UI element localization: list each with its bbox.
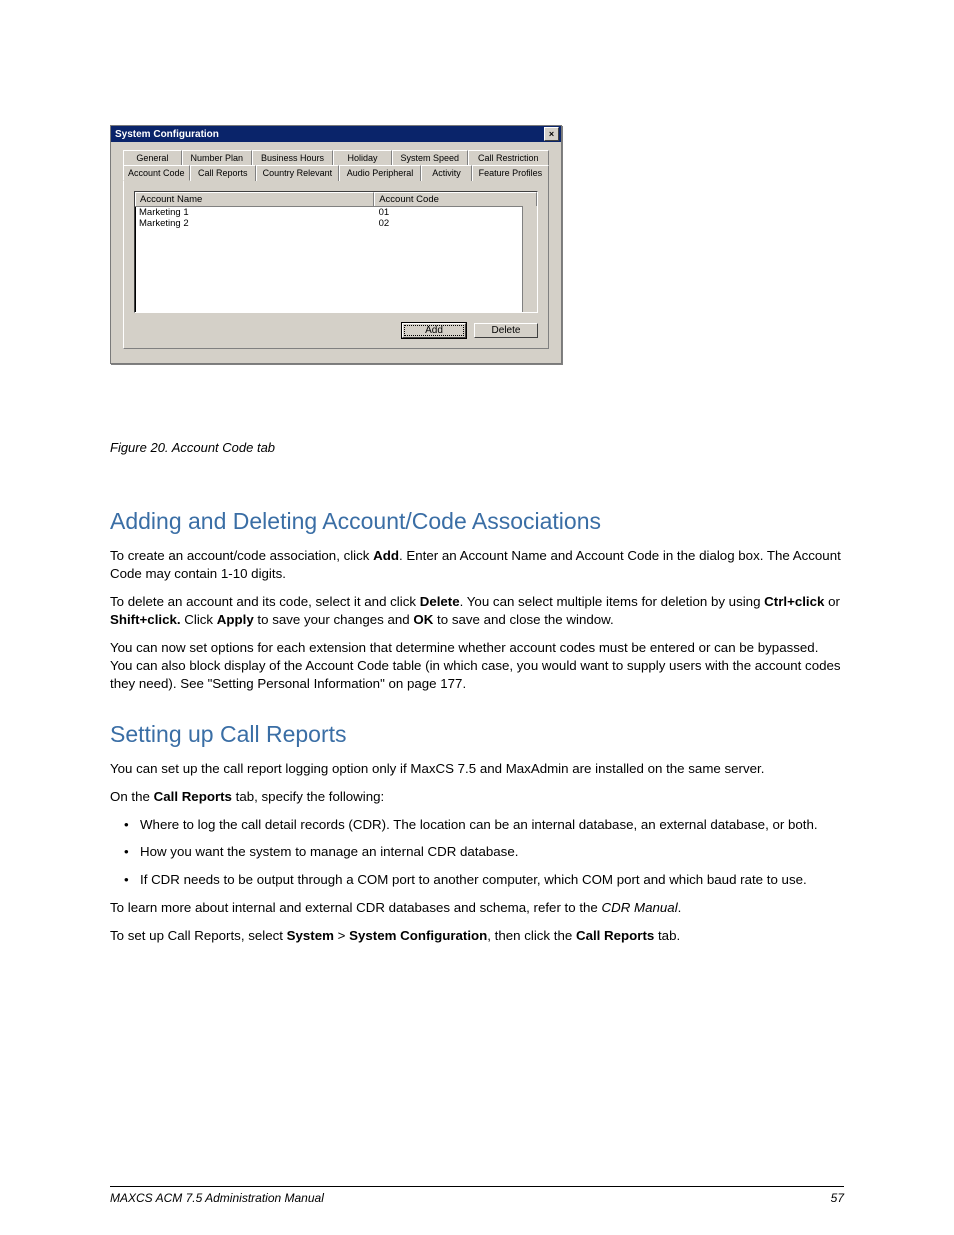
col-account-name[interactable]: Account Name [135,192,374,206]
heading-call-reports: Setting up Call Reports [110,719,844,750]
tab-number-plan[interactable]: Number Plan [182,150,252,165]
list-item: Where to log the call detail records (CD… [110,816,844,834]
paragraph: You can now set options for each extensi… [110,639,844,693]
paragraph: On the Call Reports tab, specify the fol… [110,788,844,806]
account-code-list[interactable]: Account Name Account Code Marketing 1 01… [134,191,538,313]
tab-feature-profiles[interactable]: Feature Profiles [472,165,549,181]
paragraph: To set up Call Reports, select System > … [110,927,844,945]
footer-title: MAXCS ACM 7.5 Administration Manual [110,1191,324,1205]
cell-code: 01 [375,207,537,218]
tab-country-relevant[interactable]: Country Relevant [256,165,339,181]
list-item: How you want the system to manage an int… [110,843,844,861]
dialog-tabs: General Number Plan Business Hours Holid… [123,150,549,181]
cell-name: Marketing 1 [135,207,375,218]
table-row[interactable]: Marketing 1 01 [135,207,537,218]
paragraph: To delete an account and its code, selec… [110,593,844,629]
tab-call-reports[interactable]: Call Reports [190,165,257,181]
paragraph: To learn more about internal and externa… [110,899,844,917]
close-icon[interactable]: × [544,127,559,141]
cell-code: 02 [375,218,537,229]
heading-adding-deleting: Adding and Deleting Account/Code Associa… [110,506,844,537]
bullet-list: Where to log the call detail records (CD… [110,816,844,890]
document-body: Adding and Deleting Account/Code Associa… [110,480,844,955]
tab-system-speed[interactable]: System Speed [392,150,468,165]
delete-button[interactable]: Delete [474,323,538,338]
list-item: If CDR needs to be output through a COM … [110,871,844,889]
tab-activity[interactable]: Activity [421,165,471,181]
system-configuration-dialog: System Configuration × General Number Pl… [110,125,562,364]
cell-name: Marketing 2 [135,218,375,229]
footer-page-number: 57 [831,1191,844,1205]
col-account-code[interactable]: Account Code [374,192,537,206]
paragraph: To create an account/code association, c… [110,547,844,583]
scrollbar[interactable] [522,206,537,312]
list-header: Account Name Account Code [135,192,537,207]
tab-general[interactable]: General [123,150,182,165]
dialog-titlebar: System Configuration × [111,126,561,142]
page-footer: MAXCS ACM 7.5 Administration Manual 57 [110,1186,844,1205]
tab-call-restriction[interactable]: Call Restriction [468,150,549,165]
tab-holiday[interactable]: Holiday [333,150,392,165]
tab-business-hours[interactable]: Business Hours [252,150,333,165]
table-row[interactable]: Marketing 2 02 [135,218,537,229]
figure-caption: Figure 20. Account Code tab [110,440,275,455]
tab-audio-peripheral[interactable]: Audio Peripheral [339,165,422,181]
dialog-title: System Configuration [115,129,219,140]
paragraph: You can set up the call report logging o… [110,760,844,778]
tab-account-code[interactable]: Account Code [123,165,190,181]
add-button[interactable]: Add [402,323,466,338]
tab-panel-account-code: Account Name Account Code Marketing 1 01… [123,180,549,349]
